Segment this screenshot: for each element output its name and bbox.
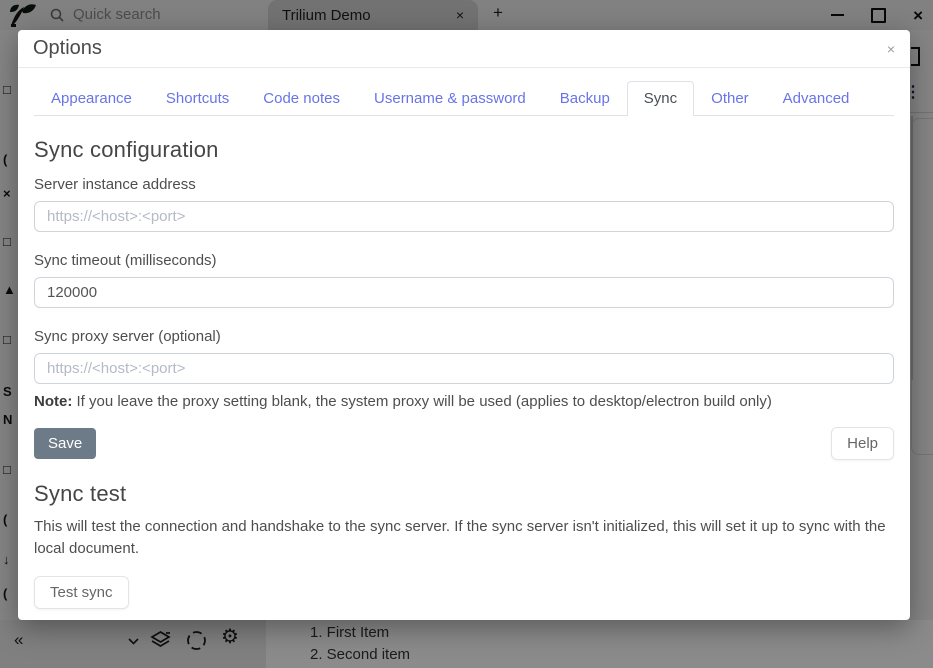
sync-proxy-label: Sync proxy server (optional) (34, 328, 894, 345)
tab-sync[interactable]: Sync (627, 81, 694, 116)
dialog-header: Options × (18, 30, 910, 68)
tab-backup[interactable]: Backup (543, 81, 627, 115)
tab-shortcuts[interactable]: Shortcuts (149, 81, 246, 115)
save-button[interactable]: Save (34, 428, 96, 459)
tab-advanced[interactable]: Advanced (766, 81, 867, 115)
proxy-note-label: Note: (34, 393, 72, 410)
dialog-body: Appearance Shortcuts Code notes Username… (18, 68, 910, 609)
sync-test-heading: Sync test (34, 481, 894, 507)
sync-proxy-input[interactable] (34, 353, 894, 384)
tab-appearance[interactable]: Appearance (34, 81, 149, 115)
server-address-label: Server instance address (34, 176, 894, 193)
proxy-note: Note: If you leave the proxy setting bla… (34, 393, 894, 410)
tab-code-notes[interactable]: Code notes (246, 81, 357, 115)
sync-configuration-heading: Sync configuration (34, 137, 894, 163)
dialog-title: Options (33, 37, 102, 60)
sync-timeout-input[interactable] (34, 277, 894, 308)
tab-other[interactable]: Other (694, 81, 766, 115)
dialog-close-icon[interactable]: × (887, 41, 895, 57)
tab-username-password[interactable]: Username & password (357, 81, 543, 115)
sync-test-description: This will test the connection and handsh… (34, 516, 894, 560)
test-sync-button[interactable]: Test sync (34, 576, 129, 609)
options-tab-bar: Appearance Shortcuts Code notes Username… (34, 81, 894, 116)
options-dialog: Options × Appearance Shortcuts Code note… (18, 30, 910, 620)
help-button[interactable]: Help (831, 427, 894, 460)
proxy-note-text: If you leave the proxy setting blank, th… (72, 393, 772, 410)
sync-timeout-label: Sync timeout (milliseconds) (34, 252, 894, 269)
server-address-input[interactable] (34, 201, 894, 232)
button-row: Save Help (34, 427, 894, 460)
